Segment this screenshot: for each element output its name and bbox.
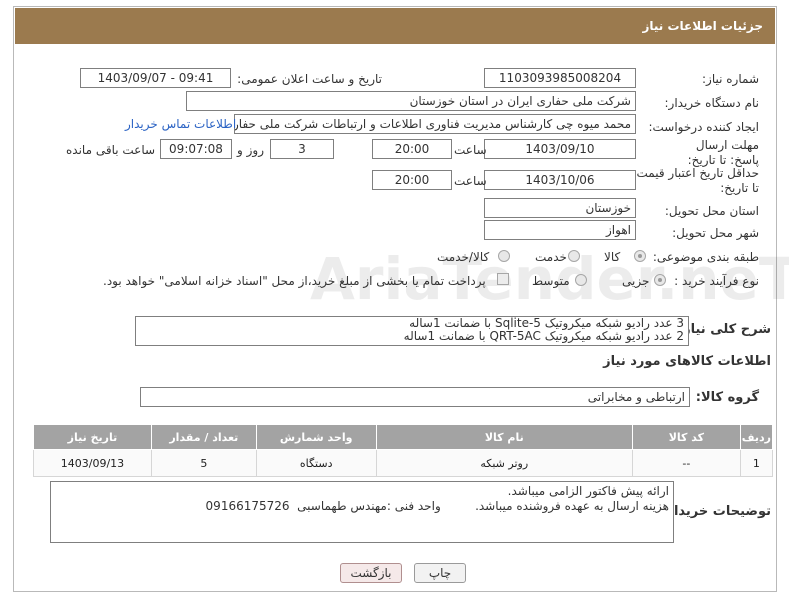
city-label: شهر محل تحویل: <box>672 226 759 240</box>
cell-name: روتر شبکه <box>375 449 634 477</box>
deadline-time-label: ساعت <box>454 143 487 157</box>
remaining-time-field[interactable]: 09:07:08 <box>160 139 232 159</box>
buyer-notes-label: توضیحات خریدار: <box>661 504 771 519</box>
deadline-date-field[interactable]: 1403/09/10 <box>484 139 636 159</box>
deadline-days-field[interactable]: 3 <box>270 139 334 159</box>
validity-time-field[interactable]: 20:00 <box>372 170 452 190</box>
validity-label: حداقل تاریخ اعتبار قیمت: تا تاریخ: <box>632 166 759 195</box>
buyer-notes-textarea[interactable]: ارائه پیش فاکتور الزامی میباشد. هزینه ار… <box>50 481 674 543</box>
summary-line-2: 2 عدد رادیو شبکه میکروتیک QRT-5AC با ضما… <box>403 329 684 343</box>
need-number-label: شماره نیاز: <box>702 72 759 86</box>
province-field[interactable]: خوزستان <box>484 198 636 218</box>
buyer-label: نام دستگاه خریدار: <box>664 96 760 110</box>
process-medium-radio[interactable] <box>575 274 587 286</box>
buyer-notes-line-1: ارائه پیش فاکتور الزامی میباشد. <box>507 484 669 498</box>
cell-code: -- <box>632 449 741 477</box>
cell-date: 1403/09/13 <box>33 449 152 477</box>
cell-qty: 5 <box>150 449 257 477</box>
col-name: نام کالا <box>375 424 634 450</box>
city-field[interactable]: اهواز <box>484 220 636 240</box>
category-goods-radio[interactable] <box>634 250 646 262</box>
process-medium-label: متوسط <box>532 274 570 288</box>
buyer-field[interactable]: شرکت ملی حفاری ایران در استان خوزستان <box>186 91 636 111</box>
validity-time-label: ساعت <box>454 174 487 188</box>
table-row[interactable]: 1 -- روتر شبکه دستگاه 5 1403/09/13 <box>33 449 774 477</box>
page-header: جزئیات اطلاعات نیاز <box>15 8 775 44</box>
col-row: ردیف <box>739 424 774 450</box>
announce-label: تاریخ و ساعت اعلان عمومی: <box>237 72 382 86</box>
deadline-time-field[interactable]: 20:00 <box>372 139 452 159</box>
goods-table: ردیف کد کالا نام کالا واحد شمارش تعداد /… <box>33 424 774 477</box>
goods-group-field[interactable]: ارتباطی و مخابراتی <box>140 387 690 407</box>
creator-label: ایجاد کننده درخواست: <box>648 120 759 134</box>
buyer-notes-line-2: هزینه ارسال به عهده فروشنده میباشد. واحد… <box>205 499 669 513</box>
process-minor-radio[interactable] <box>654 274 666 286</box>
process-label: نوع فرآیند خرید : <box>674 274 759 288</box>
need-number-field[interactable]: 1103093985008204 <box>484 68 636 88</box>
col-code: کد کالا <box>632 424 741 450</box>
treasury-checkbox[interactable] <box>497 273 509 285</box>
creator-field[interactable]: محمد میوه چی کارشناس مدیریت فناوری اطلاع… <box>234 114 636 134</box>
category-goods-label: کالا <box>604 250 621 264</box>
province-label: استان محل تحویل: <box>664 204 759 218</box>
category-goods-service-label: کالا/خدمت <box>437 250 490 264</box>
summary-label: شرح کلی نیاز: <box>677 322 771 337</box>
summary-textarea[interactable]: 3 عدد رادیو شبکه میکروتیک Sqlite-5 با ضم… <box>135 316 689 346</box>
announce-field[interactable]: 1403/09/07 - 09:41 <box>80 68 231 88</box>
col-qty: تعداد / مقدار <box>150 424 257 450</box>
category-goods-service-radio[interactable] <box>498 250 510 262</box>
validity-date-field[interactable]: 1403/10/06 <box>484 170 636 190</box>
print-button[interactable]: چاپ <box>414 563 466 583</box>
back-button[interactable]: بازگشت <box>340 563 402 583</box>
contact-buyer-link[interactable]: اطلاعات تماس خریدار <box>125 117 236 131</box>
cell-unit: دستگاه <box>255 449 377 477</box>
cell-row: 1 <box>739 449 774 477</box>
days-label: روز و <box>237 143 264 157</box>
page-title: جزئیات اطلاعات نیاز <box>642 19 763 33</box>
table-header-row: ردیف کد کالا نام کالا واحد شمارش تعداد /… <box>33 424 774 450</box>
category-label: طبقه بندی موضوعی: <box>652 250 759 264</box>
remaining-label: ساعت باقی مانده <box>66 143 156 157</box>
category-service-label: خدمت <box>535 250 567 264</box>
treasury-note: پرداخت تمام یا بخشی از مبلغ خرید،از محل … <box>103 274 486 288</box>
goods-group-label: گروه کالا: <box>695 390 759 405</box>
category-service-radio[interactable] <box>568 250 580 262</box>
col-date: تاریخ نیاز <box>33 424 152 450</box>
col-unit: واحد شمارش <box>255 424 377 450</box>
goods-section-title: اطلاعات کالاهای مورد نیاز <box>603 354 771 369</box>
process-minor-label: جزیی <box>622 274 650 288</box>
deadline-label: مهلت ارسال پاسخ: تا تاریخ: <box>687 138 759 167</box>
